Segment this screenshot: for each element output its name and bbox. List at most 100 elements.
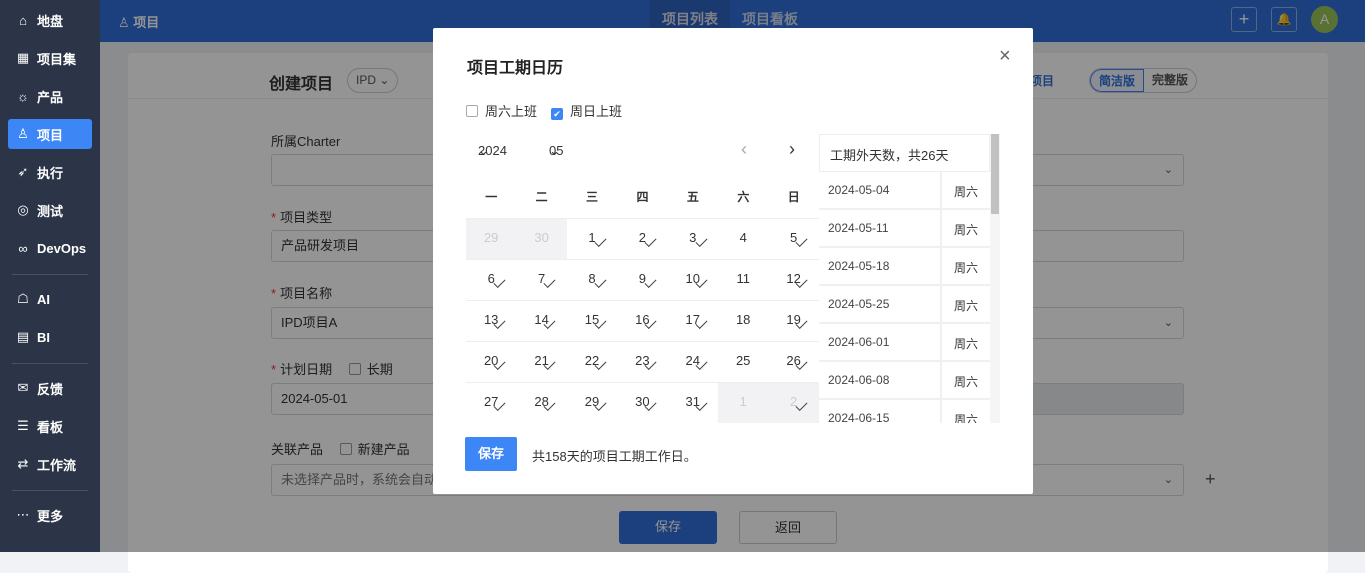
check-icon [795, 398, 808, 412]
sidebar-item-ai[interactable]: ☖ AI [8, 284, 92, 314]
calendar-day[interactable]: 26 [768, 342, 819, 383]
sidebar-item-home[interactable]: ⌂ 地盘 [8, 5, 92, 35]
calendar-day[interactable]: 21 [516, 342, 567, 383]
calendar-day[interactable]: 30 [617, 383, 667, 423]
off-day-weekday: 周六 [953, 299, 978, 313]
calendar-day[interactable]: 1 [718, 383, 769, 423]
prev-month-icon[interactable]: ‹ [741, 139, 747, 160]
sidebar-item-label: 更多 [37, 508, 64, 524]
product-icon: ☼ [17, 88, 29, 104]
off-day-date: 2024-05-18 [819, 248, 942, 284]
calendar-day[interactable]: 16 [617, 301, 668, 342]
calendar-day[interactable]: 17 [667, 301, 718, 342]
calendar-day[interactable]: 2 [617, 219, 668, 260]
calendar-day[interactable]: 8 [566, 260, 618, 301]
weekday-header: 日 [787, 190, 800, 204]
calendar-day[interactable]: 14 [516, 301, 567, 342]
dialog-title: 项目工期日历 [467, 60, 564, 77]
sidebar-item-execution[interactable]: ➶ 执行 [8, 157, 92, 187]
calendar-day[interactable]: 18 [718, 301, 769, 342]
bi-icon: ▤ [16, 329, 30, 344]
day-number: 4 [739, 230, 747, 245]
month-select[interactable]: 05 ⌄ [549, 143, 563, 159]
sidebar-item-more[interactable]: ⋯ 更多 [8, 500, 92, 530]
calendar-day[interactable]: 5 [768, 219, 819, 260]
calendar-day[interactable]: 24 [667, 342, 718, 383]
sidebar-item-project[interactable]: ♙ 项目 [8, 119, 92, 149]
sidebar-item-label: 反馈 [37, 381, 64, 397]
off-day-weekday: 周六 [953, 413, 978, 423]
day-number: 30 [534, 230, 549, 245]
sunday-work-checkbox[interactable]: ✔ 周日上班 [551, 101, 622, 120]
calendar-day[interactable]: 25 [718, 342, 769, 383]
sidebar-item-kanban[interactable]: ☰ 看板 [8, 411, 92, 441]
sidebar-item-label: 项目 [37, 127, 64, 143]
off-day-row: 2024-06-01 周六 [819, 324, 990, 362]
sidebar-item-label: 项目集 [37, 51, 77, 67]
divider [12, 274, 88, 275]
calendar-day[interactable]: 12 [768, 260, 819, 301]
calendar-day[interactable]: 15 [566, 301, 618, 342]
sidebar-item-label: 执行 [37, 165, 64, 181]
calendar-day[interactable]: 31 [668, 383, 718, 423]
calendar-day[interactable]: 29 [567, 383, 617, 423]
calendar-day[interactable]: 28 [516, 383, 566, 423]
scrollbar[interactable] [990, 134, 1000, 423]
calendar-day[interactable]: 22 [566, 342, 618, 383]
sidebar-item-label: 测试 [37, 203, 64, 219]
off-days-header: 工期外天数，共26天 [819, 134, 990, 172]
calendar-day[interactable]: 13 [466, 301, 517, 342]
sidebar-item-product[interactable]: ☼ 产品 [8, 81, 92, 111]
off-day-date: 2024-06-08 [819, 362, 942, 398]
calendar-day[interactable]: 11 [718, 260, 769, 301]
day-number: 1 [739, 394, 747, 409]
calendar-day[interactable]: 4 [718, 219, 769, 260]
calendar-day[interactable]: 2 [768, 383, 819, 423]
calendar-day[interactable]: 19 [768, 301, 819, 342]
workdays-summary: 共158天的项目工期工作日。 [532, 449, 697, 464]
saturday-work-checkbox[interactable]: 周六上班 [466, 101, 537, 120]
sidebar-item-label: 看板 [37, 419, 64, 435]
close-icon[interactable]: × [999, 45, 1011, 68]
sidebar: ⌂ 地盘 ▦ 项目集 ☼ 产品 ♙ 项目 ➶ 执行 ◎ 测试 ∞ DevOps ☖ AI ▤ BI ✉ 反馈 ☰ 看板 ⇄ 工… [0, 0, 100, 552]
divider [12, 363, 88, 364]
off-day-weekday: 周六 [953, 223, 978, 237]
calendar-day[interactable]: 27 [466, 383, 516, 423]
calendar-day[interactable]: 30 [516, 219, 567, 260]
off-days-list: 工期外天数，共26天 2024-05-04 周六 2024-05-11 周六 2024-… [819, 134, 1000, 423]
feedback-icon: ✉ [17, 380, 29, 395]
sidebar-item-label: 工作流 [37, 457, 77, 473]
calendar-day[interactable]: 23 [617, 342, 668, 383]
calendar-day[interactable]: 6 [466, 260, 517, 301]
sidebar-item-test[interactable]: ◎ 测试 [8, 195, 92, 225]
sidebar-item-label: 地盘 [37, 13, 64, 29]
day-number: 25 [735, 353, 751, 368]
off-day-row: 2024-05-18 周六 [819, 248, 990, 286]
sidebar-item-feedback[interactable]: ✉ 反馈 [8, 373, 92, 403]
calendar-day[interactable]: 29 [466, 219, 517, 260]
calendar-day[interactable]: 1 [566, 219, 618, 260]
off-day-row: 2024-05-04 周六 [819, 172, 990, 210]
calendar-day[interactable]: 9 [617, 260, 668, 301]
sidebar-item-bi[interactable]: ▤ BI [8, 322, 92, 352]
year-select[interactable]: 2024 ⌄ [478, 143, 507, 159]
test-icon: ◎ [17, 202, 29, 217]
next-month-icon[interactable]: › [789, 139, 795, 160]
work-calendar-dialog: 项目工期日历 × 周六上班 ✔ 周日上班 2024 ⌄ 05 ⌄ ‹ › 一 二 三 四… [433, 28, 1033, 494]
check-icon [644, 234, 657, 248]
sidebar-item-devops[interactable]: ∞ DevOps [8, 233, 92, 263]
calendar-day[interactable]: 3 [667, 219, 718, 260]
calendar-day[interactable]: 7 [516, 260, 567, 301]
day-number: 18 [735, 312, 751, 327]
calendar-day[interactable]: 10 [667, 260, 718, 301]
program-icon: ▦ [16, 50, 30, 65]
calendar-grid: 29 30 1 2 3 4 5 6 7 8 9 10 11 12 13 14 15 16 17 18 19 20 21 22 2… [466, 218, 819, 423]
dialog-save-button[interactable]: 保存 [465, 437, 517, 471]
off-day-row: 2024-05-25 周六 [819, 286, 990, 324]
sidebar-item-program[interactable]: ▦ 项目集 [8, 43, 92, 73]
day-number: 29 [483, 230, 499, 245]
weekday-header: 三 [586, 190, 599, 204]
sidebar-item-workflow[interactable]: ⇄ 工作流 [8, 449, 92, 479]
ai-icon: ☖ [17, 291, 29, 306]
calendar-day[interactable]: 20 [466, 342, 517, 383]
